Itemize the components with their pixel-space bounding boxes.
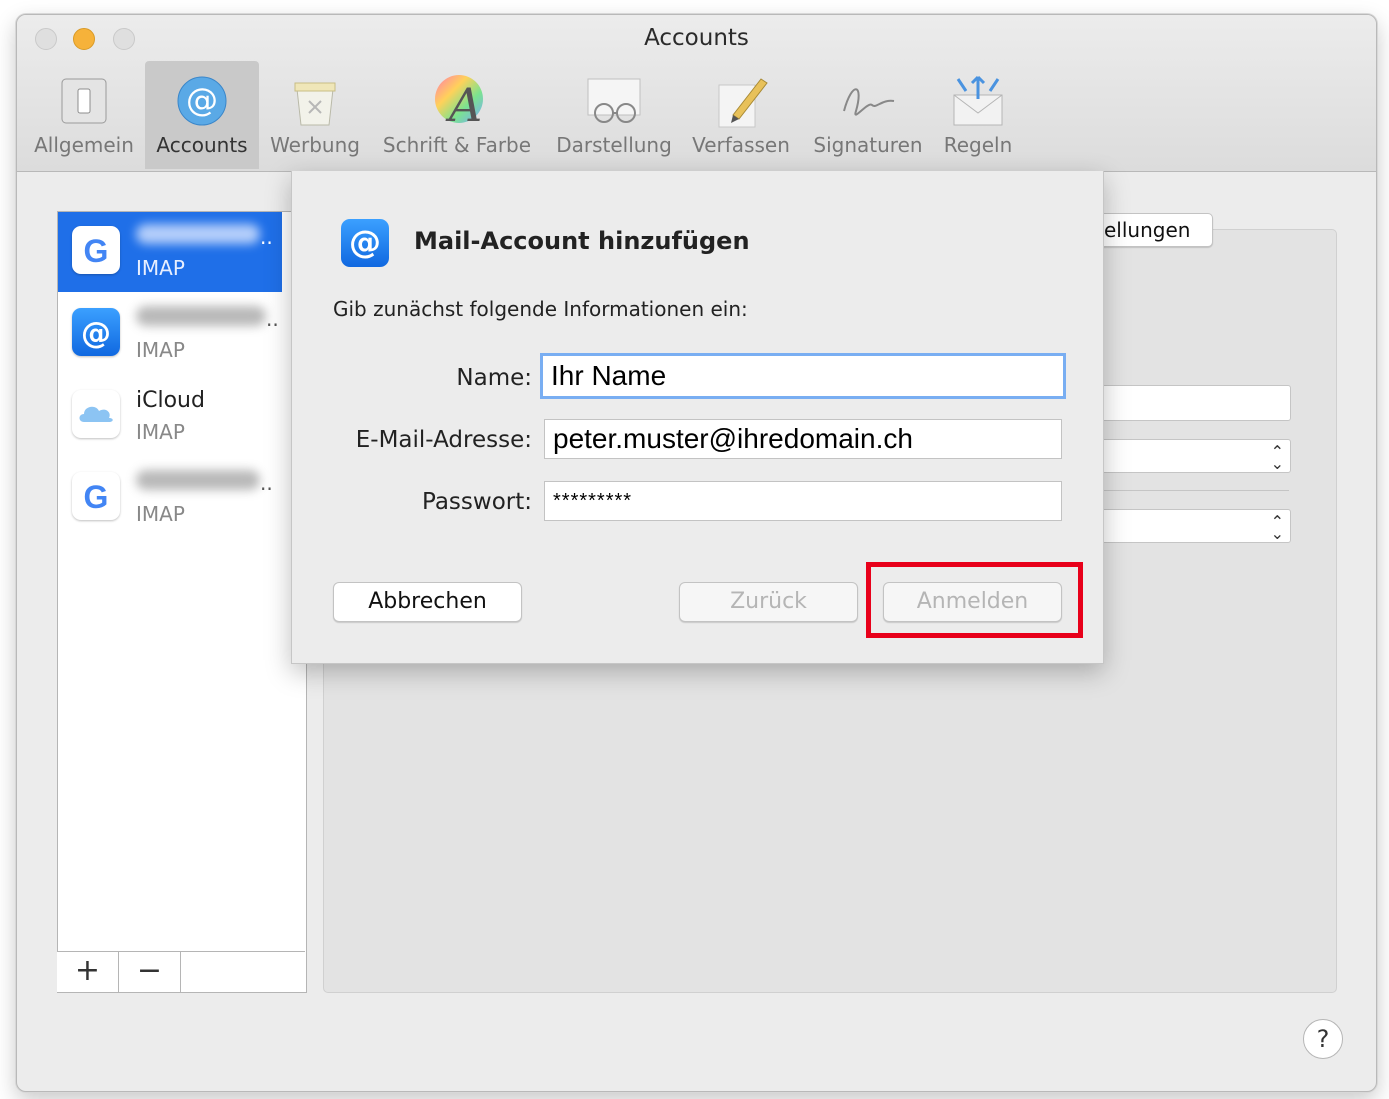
account-item[interactable]: @ .. IMAP bbox=[58, 294, 282, 374]
junk-bin-icon bbox=[294, 82, 336, 126]
window-title: Accounts bbox=[644, 25, 749, 51]
glasses-icon bbox=[587, 78, 641, 123]
tab-schrift-farbe[interactable]: A Schrift & Farbe bbox=[377, 61, 537, 169]
tab-regeln[interactable]: Regeln bbox=[937, 61, 1019, 169]
toolbar: Accounts Allgemein @ Accounts Werbung A … bbox=[17, 15, 1376, 172]
at-icon: @ bbox=[177, 76, 227, 126]
account-type: IMAP bbox=[136, 338, 185, 362]
detail-text-field[interactable] bbox=[1097, 385, 1291, 421]
tab-label: Accounts bbox=[156, 133, 248, 157]
tab-label: Allgemein bbox=[34, 133, 134, 157]
svg-text:@: @ bbox=[186, 81, 218, 119]
svg-text:@: @ bbox=[81, 316, 111, 351]
divider bbox=[1097, 490, 1289, 491]
switch-icon bbox=[61, 78, 107, 124]
password-input[interactable] bbox=[544, 481, 1062, 521]
select-stepper-icon: ⌃ ⌄ bbox=[1270, 442, 1284, 473]
tab-label: Schrift & Farbe bbox=[382, 133, 532, 157]
svg-text:A: A bbox=[445, 78, 482, 131]
at-icon: @ bbox=[72, 308, 120, 356]
account-list-controls: + − bbox=[57, 951, 305, 992]
signature-icon bbox=[843, 88, 895, 116]
account-type: IMAP bbox=[136, 502, 185, 526]
tab-verfassen[interactable]: Verfassen bbox=[687, 61, 795, 169]
at-icon: @ bbox=[341, 219, 389, 267]
google-icon: G bbox=[72, 472, 120, 520]
sheet-subtitle: Gib zunächst folgende Informationen ein: bbox=[333, 297, 748, 321]
login-highlight-frame bbox=[866, 562, 1083, 638]
account-name-redacted: .. bbox=[136, 224, 273, 250]
tab-server-settings[interactable]: ellungen bbox=[1089, 213, 1213, 247]
remove-account-button[interactable]: − bbox=[119, 952, 181, 992]
detail-select[interactable]: ⌃ ⌄ bbox=[1097, 509, 1291, 543]
tab-werbung[interactable]: Werbung bbox=[265, 61, 365, 169]
select-stepper-icon: ⌃ ⌄ bbox=[1270, 512, 1284, 543]
account-type: IMAP bbox=[136, 420, 185, 444]
font-color-icon: A bbox=[435, 75, 483, 131]
tab-darstellung[interactable]: Darstellung bbox=[551, 61, 677, 169]
help-button[interactable]: ? bbox=[1303, 1019, 1343, 1059]
pencil-icon bbox=[718, 78, 768, 128]
account-item[interactable]: G .. IMAP bbox=[58, 458, 282, 538]
password-label: Passwort: bbox=[421, 489, 532, 515]
tab-label: Darstellung bbox=[556, 133, 672, 157]
tab-signaturen[interactable]: Signaturen bbox=[809, 61, 927, 169]
tab-allgemein[interactable]: Allgemein bbox=[31, 61, 137, 169]
rules-envelope-icon bbox=[953, 75, 1003, 126]
account-name-redacted: .. bbox=[136, 306, 279, 332]
name-input[interactable] bbox=[540, 353, 1066, 399]
tab-accounts[interactable]: @ Accounts bbox=[145, 61, 259, 169]
icloud-icon bbox=[72, 390, 120, 438]
account-name: iCloud bbox=[136, 388, 205, 413]
email-input[interactable] bbox=[544, 419, 1062, 459]
account-item[interactable]: G .. IMAP bbox=[58, 212, 282, 292]
back-button[interactable]: Zurück bbox=[679, 582, 858, 622]
account-type: IMAP bbox=[136, 256, 185, 280]
account-list: G .. IMAP @ .. IMAP iCloud IMAP G .. IMA… bbox=[57, 211, 307, 993]
account-name-redacted: .. bbox=[136, 470, 273, 496]
account-item[interactable]: iCloud IMAP bbox=[58, 376, 282, 456]
add-account-button[interactable]: + bbox=[57, 952, 119, 992]
svg-text:G: G bbox=[84, 479, 109, 515]
sheet-title: Mail-Account hinzufügen bbox=[414, 227, 750, 255]
tab-label: Verfassen bbox=[692, 133, 790, 157]
tab-label: Signaturen bbox=[813, 133, 923, 157]
name-label: Name: bbox=[456, 365, 532, 391]
svg-text:G: G bbox=[84, 233, 109, 269]
tab-label: Werbung bbox=[270, 133, 360, 157]
detail-select[interactable]: ⌃ ⌄ bbox=[1097, 439, 1291, 473]
cancel-button[interactable]: Abbrechen bbox=[333, 582, 522, 622]
email-label: E-Mail-Adresse: bbox=[355, 427, 532, 453]
google-icon: G bbox=[72, 226, 120, 274]
tab-label: Regeln bbox=[943, 133, 1013, 157]
